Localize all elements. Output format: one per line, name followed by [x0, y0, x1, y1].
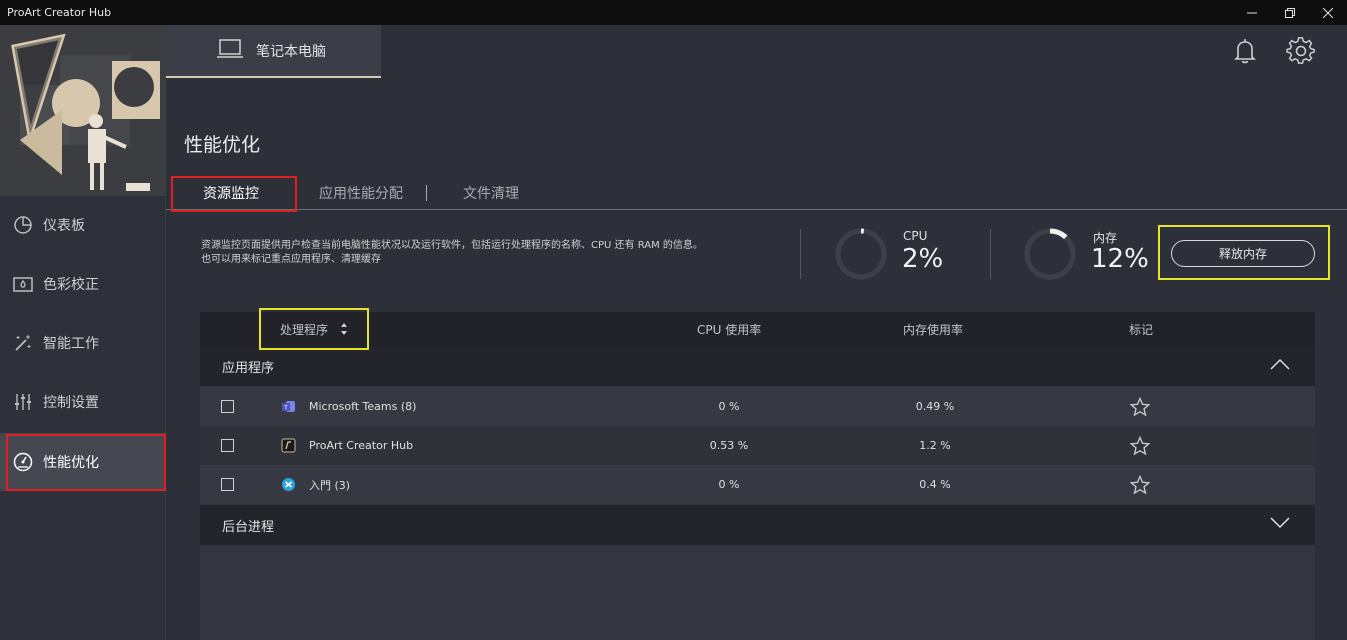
sort-process-header[interactable]: 处理程序: [280, 312, 348, 346]
memory-usage: 1.2 %: [919, 439, 951, 452]
column-header-memory: 内存使用率: [903, 322, 964, 337]
device-tab-laptop[interactable]: 笔记本电脑: [166, 25, 381, 78]
window-title: ProArt Creator Hub: [7, 6, 112, 19]
sidebar-item-smart-work[interactable]: 智能工作: [0, 314, 166, 372]
device-tab-label: 笔记本电脑: [256, 43, 326, 60]
group-label-apps: 应用程序: [222, 360, 275, 376]
memory-usage: 0.49 %: [915, 400, 955, 413]
sidebar-item-label: 仪表板: [43, 218, 85, 234]
process-table: 处理程序 CPU 使用率 内存使用率 标记 应用程序 T Microsoft T…: [200, 312, 1315, 640]
magic-wand-icon: [12, 332, 34, 354]
chevron-up-icon[interactable]: [1270, 358, 1290, 374]
star-icon[interactable]: [1130, 397, 1150, 417]
cpu-usage: 0.53 %: [709, 439, 749, 452]
app-name: Microsoft Teams (8): [309, 400, 417, 413]
notification-bell-icon[interactable]: [1230, 36, 1260, 66]
sidebar-item-color-calibration[interactable]: 色彩校正: [0, 255, 166, 313]
release-memory-button[interactable]: 释放内存: [1171, 240, 1315, 267]
group-label-background: 后台进程: [222, 519, 275, 535]
proart-icon: [281, 438, 296, 453]
row-checkbox[interactable]: [221, 478, 234, 491]
close-button[interactable]: [1309, 0, 1347, 25]
cpu-usage: 0 %: [718, 400, 740, 413]
divider: [990, 229, 991, 279]
memory-gauge: [1024, 228, 1076, 280]
sidebar: 仪表板 色彩校正 智能工作 控制设置 性能优化: [0, 25, 166, 640]
page-title: 性能优化: [184, 134, 261, 156]
laptop-icon: [216, 38, 244, 64]
sidebar-item-dashboard[interactable]: 仪表板: [0, 196, 166, 254]
title-bar: ProArt Creator Hub: [0, 0, 1347, 25]
minimize-button[interactable]: [1233, 0, 1271, 25]
chevron-down-icon[interactable]: [1270, 517, 1290, 533]
app-name: ProArt Creator Hub: [309, 439, 414, 452]
sidebar-item-control-settings[interactable]: 控制设置: [0, 373, 166, 431]
svg-text:T: T: [283, 405, 288, 412]
row-checkbox[interactable]: [221, 400, 234, 413]
column-header-cpu: CPU 使用率: [697, 322, 762, 337]
settings-gear-icon[interactable]: [1286, 36, 1316, 66]
tab-bar: 资源监控 应用性能分配 文件清理: [166, 177, 1347, 210]
star-icon[interactable]: [1130, 436, 1150, 456]
description-line-2: 也可以用来标记重点应用程序、清理缓存: [201, 254, 381, 265]
dashboard-pie-icon: [12, 214, 34, 236]
tab-file-cleanup[interactable]: 文件清理: [463, 177, 519, 209]
minimize-icon: [1247, 12, 1257, 13]
sliders-icon: [12, 391, 34, 413]
cpu-gauge: [835, 228, 887, 280]
color-calibration-icon: [12, 273, 34, 295]
tab-app-performance[interactable]: 应用性能分配: [319, 177, 403, 209]
sidebar-item-label: 性能优化: [43, 455, 99, 471]
speedometer-icon: [12, 451, 34, 473]
sort-arrows-icon: [340, 323, 348, 335]
app-name: 入門 (3): [309, 478, 351, 492]
table-row: ProArt Creator Hub 0.53 % 1.2 %: [200, 426, 1315, 465]
tab-separator: [426, 185, 427, 201]
page-description: 资源监控页面提供用户检查当前电脑性能状况以及运行软件，包括运行处理程序的名称、C…: [201, 239, 781, 267]
memory-usage: 0.4 %: [919, 478, 951, 491]
table-empty-area: [200, 545, 1315, 640]
sidebar-item-label: 色彩校正: [43, 277, 99, 293]
divider: [800, 229, 801, 279]
row-checkbox[interactable]: [221, 439, 234, 452]
group-row-background[interactable]: 后台进程: [200, 505, 1315, 545]
cpu-value: 2%: [902, 244, 944, 274]
star-icon[interactable]: [1130, 475, 1150, 495]
sidebar-item-label: 智能工作: [43, 336, 99, 352]
cpu-label: CPU: [903, 229, 928, 243]
column-header-mark: 标记: [1129, 322, 1154, 337]
close-icon: [1323, 7, 1333, 18]
sidebar-item-performance[interactable]: 性能优化: [0, 433, 166, 491]
teams-icon: T: [282, 401, 295, 412]
table-header: 处理程序 CPU 使用率 内存使用率 标记: [200, 312, 1315, 346]
description-line-1: 资源监控页面提供用户检查当前电脑性能状况以及运行软件，包括运行处理程序的名称、C…: [201, 240, 703, 251]
restore-button[interactable]: [1271, 0, 1309, 25]
tab-resource-monitor[interactable]: 资源监控: [203, 177, 259, 209]
table-row: 入門 (3) 0 % 0.4 %: [200, 465, 1315, 504]
sidebar-item-label: 控制设置: [43, 395, 99, 411]
table-row: T Microsoft Teams (8) 0 % 0.49 %: [200, 387, 1315, 426]
tips-icon: [282, 478, 295, 491]
restore-icon: [1285, 7, 1295, 18]
cpu-usage: 0 %: [718, 478, 740, 491]
group-row-apps[interactable]: 应用程序: [200, 346, 1315, 386]
memory-value: 12%: [1091, 244, 1149, 274]
hero-illustration: [0, 25, 166, 196]
column-header-process: 处理程序: [280, 322, 329, 337]
